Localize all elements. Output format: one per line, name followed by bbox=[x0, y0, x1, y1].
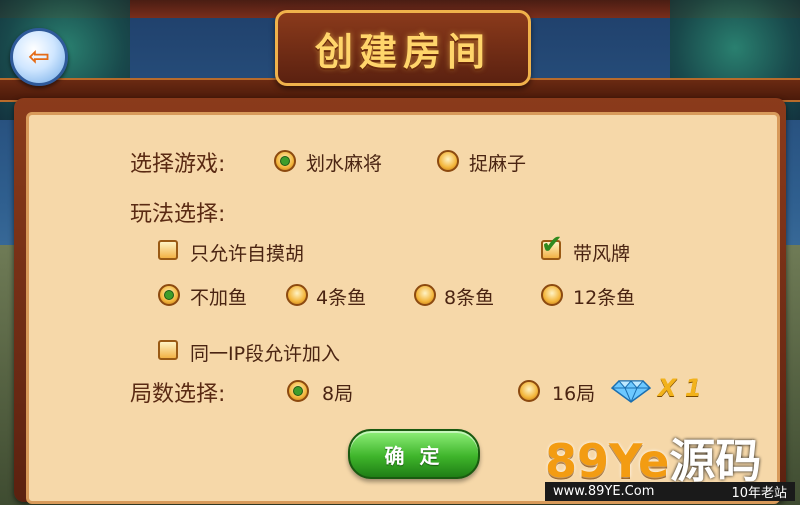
radio-rounds-8-label: 8局 bbox=[322, 383, 354, 405]
header-banner: 创建房间 bbox=[275, 10, 531, 86]
radio-fish-none-label: 不加鱼 bbox=[190, 287, 248, 309]
radio-fish-8-label: 8条鱼 bbox=[444, 287, 495, 309]
radio-fish-12[interactable] bbox=[541, 284, 563, 306]
play-mode-label: 玩法选择: bbox=[130, 202, 226, 227]
diamond-cost: X 1 bbox=[658, 374, 702, 402]
watermark-bar: www.89YE.Com 10年老站 bbox=[545, 482, 795, 501]
radio-game-huashui[interactable] bbox=[274, 150, 296, 172]
checkbox-self-draw-only[interactable] bbox=[158, 240, 178, 260]
checkbox-wind-tiles-label: 带风牌 bbox=[573, 243, 631, 265]
checkbox-self-draw-only-label: 只允许自摸胡 bbox=[190, 243, 305, 265]
radio-fish-8[interactable] bbox=[414, 284, 436, 306]
checkbox-same-ip-label: 同一IP段允许加入 bbox=[190, 343, 341, 365]
radio-fish-4-label: 4条鱼 bbox=[316, 287, 367, 309]
rounds-label: 局数选择: bbox=[130, 382, 226, 407]
exit-door-icon: ⇦ bbox=[28, 42, 50, 72]
watermark-logo-part2: 源码 bbox=[669, 434, 762, 488]
radio-game-zhuomazi[interactable] bbox=[437, 150, 459, 172]
confirm-button[interactable]: 确 定 bbox=[348, 429, 480, 479]
page-title: 创建房间 bbox=[314, 29, 491, 74]
radio-fish-12-label: 12条鱼 bbox=[573, 287, 636, 309]
game-select-label: 选择游戏: bbox=[130, 152, 226, 177]
radio-game-zhuomazi-label: 捉麻子 bbox=[469, 153, 527, 175]
checkbox-same-ip[interactable] bbox=[158, 340, 178, 360]
checkmark-icon: ✔ bbox=[541, 230, 563, 260]
radio-rounds-16-label: 16局 bbox=[552, 383, 596, 405]
watermark-logo-part1: 89Ye bbox=[545, 434, 670, 488]
diamond-icon bbox=[611, 380, 651, 403]
watermark-url: www.89YE.Com bbox=[553, 484, 655, 499]
watermark-tag: 10年老站 bbox=[731, 486, 787, 501]
checkbox-wind-tiles[interactable]: ✔ bbox=[541, 230, 563, 260]
back-button[interactable]: ⇦ bbox=[10, 28, 68, 86]
confirm-button-label: 确 定 bbox=[384, 443, 444, 468]
radio-fish-4[interactable] bbox=[286, 284, 308, 306]
watermark: 89Ye源码 www.89YE.Com 10年老站 bbox=[545, 425, 795, 501]
radio-rounds-16[interactable] bbox=[518, 380, 540, 402]
radio-fish-none[interactable] bbox=[158, 284, 180, 306]
radio-game-huashui-label: 划水麻将 bbox=[306, 153, 383, 175]
radio-rounds-8[interactable] bbox=[287, 380, 309, 402]
